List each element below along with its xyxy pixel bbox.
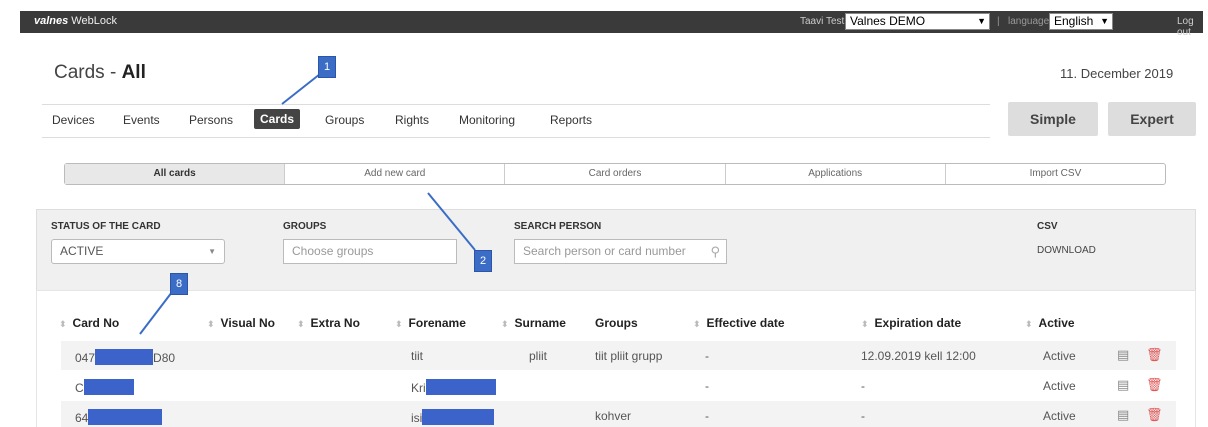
trash-icon[interactable]: 🗑 xyxy=(1146,347,1163,363)
edit-icon[interactable]: ▤ xyxy=(1117,347,1129,363)
col-extra-no[interactable]: ⬍ Extra No xyxy=(297,316,360,330)
redaction xyxy=(83,379,134,395)
nav-rights[interactable]: Rights xyxy=(395,113,429,127)
nav-persons[interactable]: Persons xyxy=(189,113,233,127)
sort-icon: ⬍ xyxy=(59,319,67,329)
card-no: 047 D80 xyxy=(75,349,176,365)
active-status: Active xyxy=(1043,379,1076,393)
sort-icon: ⬍ xyxy=(693,319,701,329)
callout-2: 2 xyxy=(474,250,492,272)
expiration-date: 12.09.2019 kell 12:00 xyxy=(861,349,976,363)
status-label: STATUS OF THE CARD xyxy=(51,221,161,232)
callout-1: 1 xyxy=(318,56,336,78)
sort-icon: ⬍ xyxy=(1025,319,1033,329)
col-expiration-date[interactable]: ⬍ Expiration date xyxy=(861,316,961,330)
forename: isi xyxy=(411,409,495,425)
top-bar: valnes WebLock Taavi Test| Valnes DEMO ▼ … xyxy=(20,11,1203,38)
logout-link[interactable]: Log out xyxy=(1177,16,1203,38)
sort-icon: ⬍ xyxy=(395,319,403,329)
table-row[interactable]: C Kri - - Active ▤ 🗑 xyxy=(61,371,1176,400)
col-forename[interactable]: ⬍ Forename xyxy=(395,316,466,330)
forename: Kri xyxy=(411,379,496,395)
page-title: Cards - All xyxy=(54,62,146,83)
tab-card-orders[interactable]: Card orders xyxy=(505,164,726,184)
col-surname[interactable]: ⬍ Surname xyxy=(501,316,566,330)
sort-icon: ⬍ xyxy=(861,319,869,329)
edit-icon[interactable]: ▤ xyxy=(1117,407,1129,423)
search-label: SEARCH PERSON xyxy=(514,221,602,232)
active-status: Active xyxy=(1043,409,1076,423)
dropdown-arrow-icon: ▼ xyxy=(977,16,986,26)
effective-date: - xyxy=(705,349,709,363)
effective-date: - xyxy=(705,379,709,393)
col-effective-date[interactable]: ⬍ Effective date xyxy=(693,316,785,330)
separator: | xyxy=(997,16,1000,27)
redaction xyxy=(88,409,163,425)
col-visual-no[interactable]: ⬍ Visual No xyxy=(207,316,275,330)
surname: pliit xyxy=(529,349,548,363)
csv-label: CSV xyxy=(1037,221,1058,232)
tab-applications[interactable]: Applications xyxy=(726,164,946,184)
current-user: Taavi Test| xyxy=(800,16,847,27)
tab-add-new-card[interactable]: Add new card xyxy=(285,164,506,184)
nav-cards[interactable]: Cards xyxy=(254,109,301,129)
main-nav: Devices Events Persons Cards Groups Righ… xyxy=(42,104,990,138)
logo[interactable]: valnes WebLock xyxy=(34,15,117,27)
simple-mode-button[interactable]: Simple xyxy=(1008,102,1098,136)
nav-devices[interactable]: Devices xyxy=(52,113,95,127)
col-active[interactable]: ⬍ Active xyxy=(1025,316,1075,330)
dropdown-arrow-icon: ▼ xyxy=(1100,16,1109,26)
chevron-down-icon: ▼ xyxy=(208,247,216,256)
tab-all-cards[interactable]: All cards xyxy=(65,164,286,184)
callout-8: 8 xyxy=(170,273,188,295)
account-select[interactable]: Valnes DEMO ▼ xyxy=(845,13,990,30)
effective-date: - xyxy=(705,409,709,423)
groups-label: GROUPS xyxy=(283,221,327,232)
forename: tiit xyxy=(411,349,423,363)
edit-icon[interactable]: ▤ xyxy=(1117,377,1129,393)
search-icon: ⚲ xyxy=(710,244,720,259)
groups: tiit pliit grupp xyxy=(595,349,663,363)
groups-input[interactable]: Choose groups xyxy=(283,239,457,264)
cards-table: ⬍ Card No ⬍ Visual No ⬍ Extra No ⬍ Forename … xyxy=(36,290,1196,427)
redaction xyxy=(422,409,495,425)
current-date: 11. December 2019 xyxy=(1060,66,1174,81)
expiration-date: - xyxy=(861,379,865,393)
csv-download-link[interactable]: DOWNLOAD xyxy=(1037,245,1096,256)
tab-import-csv[interactable]: Import CSV xyxy=(946,164,1165,184)
status-select[interactable]: ACTIVE ▼ xyxy=(51,239,225,264)
table-row[interactable]: 047 D80 tiit pliit tiit pliit grupp - 12.… xyxy=(61,341,1176,370)
language-select[interactable]: English ▼ xyxy=(1049,13,1113,30)
col-groups: Groups xyxy=(595,316,638,330)
nav-groups[interactable]: Groups xyxy=(325,113,364,127)
search-input[interactable]: Search person or card number ⚲ xyxy=(514,239,727,264)
active-status: Active xyxy=(1043,349,1076,363)
nav-events[interactable]: Events xyxy=(123,113,160,127)
filter-panel: STATUS OF THE CARD ACTIVE ▼ GROUPS Choose… xyxy=(36,209,1196,303)
expiration-date: - xyxy=(861,409,865,423)
card-subtabs: All cards Add new card Card orders Appli… xyxy=(64,163,1166,185)
card-no: 64 xyxy=(75,409,163,425)
language-label: language xyxy=(1008,16,1050,27)
card-no: C xyxy=(75,379,134,395)
expert-mode-button[interactable]: Expert xyxy=(1108,102,1196,136)
sort-icon: ⬍ xyxy=(207,319,215,329)
nav-reports[interactable]: Reports xyxy=(550,113,592,127)
table-row[interactable]: 64 isi kohver - - Active ▤ 🗑 xyxy=(61,401,1176,427)
redaction xyxy=(95,349,154,365)
trash-icon[interactable]: 🗑 xyxy=(1146,407,1163,423)
sort-icon: ⬍ xyxy=(297,319,305,329)
trash-icon[interactable]: 🗑 xyxy=(1146,377,1163,393)
redaction xyxy=(425,379,496,395)
col-card-no[interactable]: ⬍ Card No xyxy=(59,316,119,330)
nav-monitoring[interactable]: Monitoring xyxy=(459,113,515,127)
groups: kohver xyxy=(595,409,632,423)
sort-icon: ⬍ xyxy=(501,319,509,329)
